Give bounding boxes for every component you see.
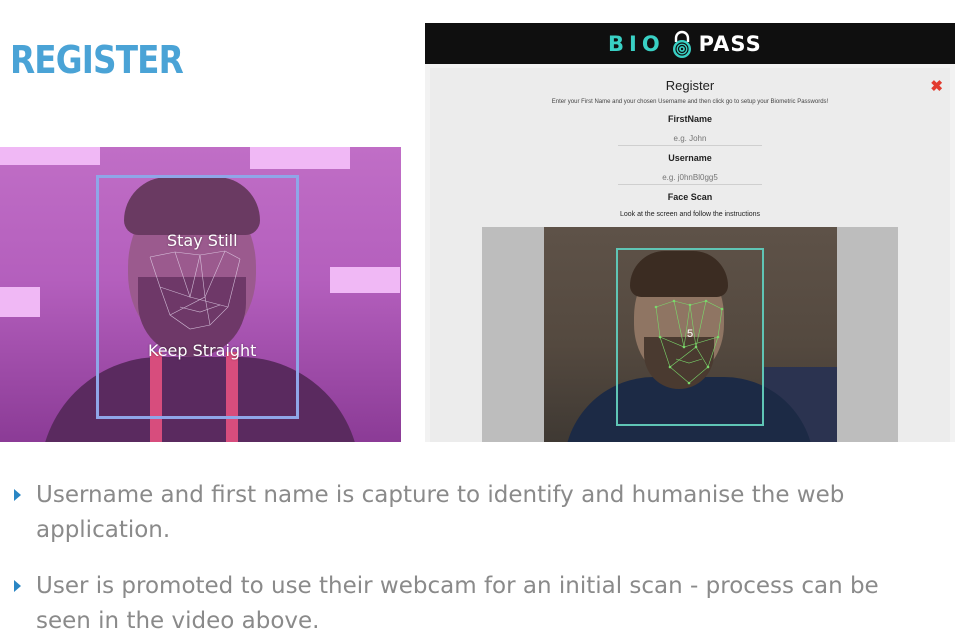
username-label: Username (668, 153, 712, 163)
webcam-frame: 5 (482, 227, 898, 442)
close-icon[interactable]: ✖ (930, 77, 943, 95)
firstname-label: FirstName (667, 114, 712, 124)
face-scan-hint: Look at the screen and follow the instru… (619, 211, 761, 218)
bullet-arrow-icon (14, 489, 21, 501)
biopass-register-screenshot: BIO PASS Register ✖ Enter your First Nam… (425, 23, 955, 442)
register-instructions: Enter your First Name and your chosen Us… (551, 99, 829, 105)
bullet-text: Username and first name is capture to id… (36, 482, 845, 543)
modal-title: Register (665, 78, 715, 93)
webcam-video: 5 (544, 227, 837, 442)
face-scan-label: Face Scan (667, 192, 713, 202)
bullet-arrow-icon (14, 580, 21, 592)
face-scan-preview-image: Stay Still Keep Straight (0, 147, 401, 442)
slide-title: REGISTER (10, 38, 184, 82)
biopass-logo: BIO PASS (608, 30, 762, 58)
firstname-input[interactable] (618, 131, 762, 146)
face-detection-box (96, 175, 299, 419)
bullet-text: User is promoted to use their webcam for… (36, 573, 879, 634)
register-modal: Register ✖ Enter your First Name and you… (430, 68, 950, 442)
username-input[interactable] (618, 170, 762, 185)
app-header: BIO PASS (425, 23, 955, 64)
countdown-number: 5 (687, 328, 694, 340)
keep-straight-instruction: Keep Straight (148, 341, 257, 360)
stay-still-instruction: Stay Still (167, 231, 238, 250)
fingerprint-lock-icon (671, 30, 693, 58)
